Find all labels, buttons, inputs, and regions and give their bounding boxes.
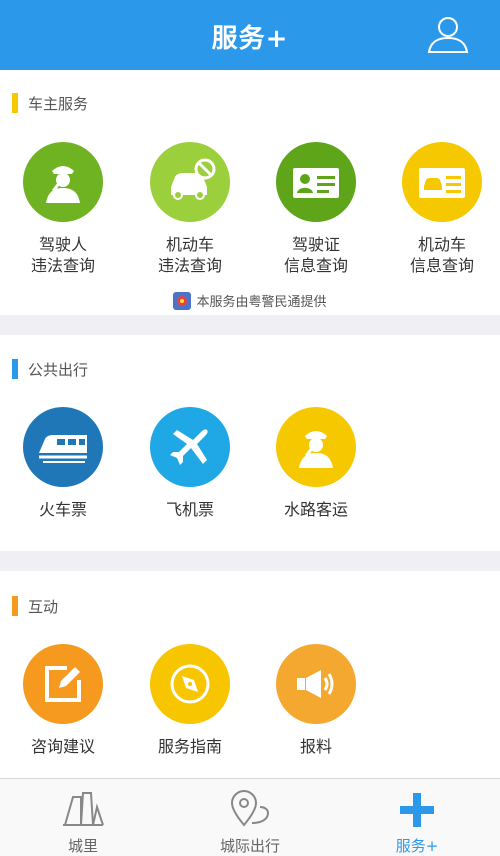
tab-label: 城里 [67, 837, 98, 855]
user-icon[interactable] [426, 14, 470, 54]
train-ticket-button[interactable]: 火车票 [3, 407, 123, 520]
section-header: 公共出行 [12, 359, 88, 379]
item-label-line2: 信息查询 [283, 256, 348, 275]
item-label: 服务指南 [157, 737, 222, 756]
consult-suggest-button[interactable]: 咨询建议 [3, 644, 123, 757]
section-public-transport: 公共出行 火车票 飞机票 水路客运 [0, 335, 500, 551]
driver-license-icon [276, 142, 356, 222]
captain-icon [276, 407, 356, 487]
driver-violation-query-button[interactable]: 驾驶人 违法查询 [3, 142, 123, 276]
waterway-transport-button[interactable]: 水路客运 [256, 407, 376, 520]
item-label-line1: 机动车 [165, 235, 214, 254]
tab-label: 服务+ [395, 837, 439, 855]
tab-city[interactable]: 城里 [0, 779, 166, 856]
item-label-line2: 违法查询 [30, 256, 95, 275]
item-label: 飞机票 [165, 500, 214, 519]
item-label: 驾驶证 信息查询 [256, 234, 376, 276]
plus-icon [400, 793, 434, 827]
report-tip-button[interactable]: 报料 [256, 644, 376, 757]
section-divider [0, 315, 500, 335]
page-title: 服务+ [211, 24, 289, 54]
section-header: 互动 [12, 596, 58, 616]
compass-icon [150, 644, 230, 724]
section-accent-bar [12, 596, 18, 616]
section-title: 互动 [28, 597, 59, 616]
section-divider [0, 551, 500, 571]
section-title: 公共出行 [28, 360, 89, 379]
item-label: 咨询建议 [30, 737, 95, 756]
police-officer-icon [23, 142, 103, 222]
item-label: 报料 [299, 737, 332, 756]
service-provider-note: 本服务由粤警民通提供 [0, 291, 500, 310]
location-route-icon [230, 789, 270, 827]
tab-services[interactable]: 服务+ [334, 779, 500, 856]
item-label: 火车票 [38, 500, 87, 519]
airplane-icon [150, 407, 230, 487]
vehicle-license-icon [402, 142, 482, 222]
item-label-line1: 机动车 [417, 235, 466, 254]
tab-intercity[interactable]: 城际出行 [167, 779, 333, 856]
tab-label: 城际出行 [219, 837, 280, 855]
city-buildings-icon [63, 792, 104, 826]
item-label-line1: 驾驶证 [291, 235, 340, 254]
section-title: 车主服务 [28, 94, 89, 113]
section-owner-services: 车主服务 驾驶人 违法查询 机动车 违法查询 驾驶证 信息查询 机动车 信息查询… [0, 70, 500, 315]
megaphone-icon [276, 644, 356, 724]
section-accent-bar [12, 359, 18, 379]
vehicle-info-query-button[interactable]: 机动车 信息查询 [382, 142, 500, 276]
flight-ticket-button[interactable]: 飞机票 [130, 407, 250, 520]
app-header: 服务+ [0, 0, 500, 70]
train-icon [23, 407, 103, 487]
item-label-line2: 违法查询 [157, 256, 222, 275]
item-label-line1: 驾驶人 [38, 235, 87, 254]
item-label: 机动车 信息查询 [382, 234, 500, 276]
provider-text: 本服务由粤警民通提供 [196, 295, 327, 310]
provider-logo-icon [173, 291, 192, 310]
vehicle-violation-query-button[interactable]: 机动车 违法查询 [130, 142, 250, 276]
bottom-tab-bar: 城里 城际出行 服务+ [0, 778, 500, 856]
item-label: 水路客运 [283, 500, 348, 519]
driver-license-query-button[interactable]: 驾驶证 信息查询 [256, 142, 376, 276]
item-label: 机动车 违法查询 [130, 234, 250, 276]
service-guide-button[interactable]: 服务指南 [130, 644, 250, 757]
section-interaction: 互动 咨询建议 服务指南 报料 [0, 571, 500, 778]
car-prohibited-icon [150, 142, 230, 222]
section-header: 车主服务 [12, 93, 88, 113]
edit-icon [23, 644, 103, 724]
item-label-line2: 信息查询 [409, 256, 474, 275]
item-label: 驾驶人 违法查询 [3, 234, 123, 276]
section-accent-bar [12, 93, 18, 113]
